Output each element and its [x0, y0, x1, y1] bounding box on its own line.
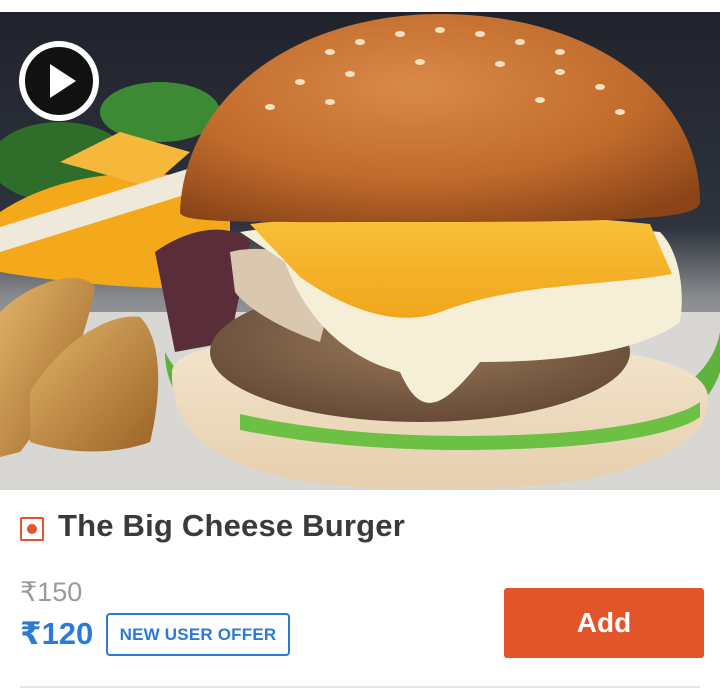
item-title: The Big Cheese Burger: [58, 508, 406, 543]
original-price: ₹150: [20, 577, 83, 607]
menu-item-card: The Big Cheese Burger ₹150 ₹120 NEW USER…: [0, 0, 720, 689]
play-video-button[interactable]: [18, 40, 100, 122]
veg-indicator-icon: [20, 517, 44, 541]
divider: [20, 686, 700, 688]
add-button[interactable]: Add: [504, 588, 704, 658]
item-details: The Big Cheese Burger ₹150 ₹120 NEW USER…: [0, 490, 720, 689]
offer-badge: NEW USER OFFER: [106, 613, 290, 656]
burger-photo: [0, 12, 720, 490]
item-image[interactable]: [0, 12, 720, 490]
play-icon: [19, 41, 99, 121]
discounted-price: ₹120: [20, 616, 94, 651]
